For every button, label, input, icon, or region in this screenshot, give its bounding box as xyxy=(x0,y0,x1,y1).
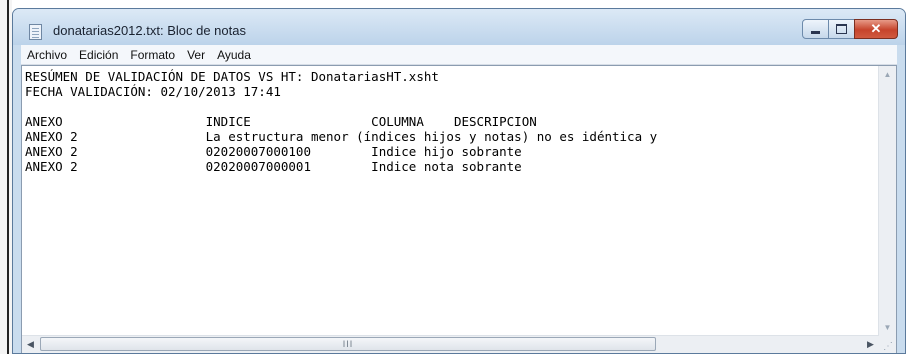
close-button[interactable]: ✕ xyxy=(854,19,898,39)
thumb-grip-icon: III xyxy=(342,339,354,349)
text-line: ANEXO 2 02020007000100 Indice hijo sobra… xyxy=(25,144,522,159)
menu-bar: Archivo Edición Formato Ver Ayuda xyxy=(21,45,897,65)
background-window-edge xyxy=(0,0,12,354)
scroll-left-icon[interactable]: ◀ xyxy=(22,336,39,353)
maximize-icon xyxy=(836,24,847,34)
text-line: RESÚMEN DE VALIDACIÓN DE DATOS VS HT: Do… xyxy=(25,69,439,84)
scroll-right-icon[interactable]: ▶ xyxy=(862,336,879,353)
text-editor[interactable]: RESÚMEN DE VALIDACIÓN DE DATOS VS HT: Do… xyxy=(22,66,879,336)
text-line: ANEXO 2 La estructura menor (índices hij… xyxy=(25,129,658,144)
menu-archivo[interactable]: Archivo xyxy=(21,45,73,63)
text-line: ANEXO 2 02020007000001 Indice nota sobra… xyxy=(25,159,522,174)
title-bar[interactable]: donatarias2012.txt: Bloc de notas ✕ xyxy=(13,9,905,45)
scroll-up-icon[interactable]: ▲ xyxy=(879,66,896,83)
window-controls: ✕ xyxy=(802,19,898,41)
notepad-icon xyxy=(29,24,42,40)
menu-ayuda[interactable]: Ayuda xyxy=(211,45,257,63)
window-title: donatarias2012.txt: Bloc de notas xyxy=(53,23,246,38)
background-window-border xyxy=(7,0,9,354)
vertical-scrollbar[interactable]: ▲ ▼ xyxy=(878,66,896,336)
menu-edicion[interactable]: Edición xyxy=(73,45,124,63)
horizontal-scroll-thumb[interactable]: III xyxy=(40,337,656,351)
maximize-button[interactable] xyxy=(828,19,855,39)
horizontal-scrollbar[interactable]: ◀ III ▶ xyxy=(22,335,879,353)
editor-client-area: RESÚMEN DE VALIDACIÓN DE DATOS VS HT: Do… xyxy=(21,65,897,353)
document-text: RESÚMEN DE VALIDACIÓN DE DATOS VS HT: Do… xyxy=(22,66,879,177)
notepad-window: donatarias2012.txt: Bloc de notas ✕ Arch… xyxy=(12,8,906,354)
close-icon: ✕ xyxy=(870,21,882,36)
minimize-icon xyxy=(811,30,820,34)
resize-grip-icon[interactable] xyxy=(879,336,896,353)
menu-formato[interactable]: Formato xyxy=(124,45,181,63)
text-line: FECHA VALIDACIÓN: 02/10/2013 17:41 xyxy=(25,84,281,99)
scroll-down-icon[interactable]: ▼ xyxy=(879,319,896,336)
text-line: ANEXO INDICE COLUMNA DESCRIPCION xyxy=(25,114,537,129)
menu-ver[interactable]: Ver xyxy=(181,45,211,63)
minimize-button[interactable] xyxy=(802,19,829,39)
